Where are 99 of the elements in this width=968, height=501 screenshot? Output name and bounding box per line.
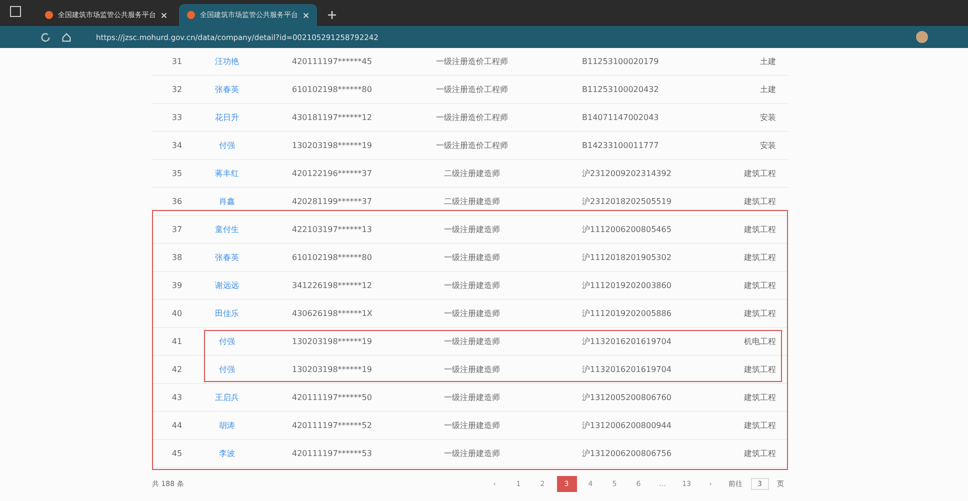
new-tab-icon[interactable] bbox=[327, 10, 337, 20]
id-number: 420281199******37 bbox=[291, 197, 373, 206]
profession: 建筑工程 bbox=[743, 196, 777, 207]
person-name-link[interactable]: 付强 bbox=[219, 365, 235, 374]
person-name-link[interactable]: 张春英 bbox=[215, 253, 239, 262]
profession: 机电工程 bbox=[743, 336, 777, 347]
row-index: 33 bbox=[170, 113, 184, 122]
row-index: 35 bbox=[170, 169, 184, 178]
certificate-type: 一级注册建造师 bbox=[443, 448, 501, 459]
window-icon bbox=[10, 6, 21, 17]
row-index: 39 bbox=[170, 281, 184, 290]
id-number: 430181197******12 bbox=[291, 113, 373, 122]
certificate-type: 一级注册建造师 bbox=[443, 224, 501, 235]
row-index: 32 bbox=[170, 85, 184, 94]
profession: 土建 bbox=[759, 56, 777, 67]
registration-number: 沪1112019202005886 bbox=[581, 308, 672, 319]
site-icon bbox=[187, 11, 195, 19]
id-number: 610102198******80 bbox=[291, 85, 373, 94]
registration-number: B11253100020432 bbox=[581, 85, 660, 94]
id-number: 420111197******53 bbox=[291, 449, 373, 458]
certificate-type: 一级注册建造师 bbox=[443, 392, 501, 403]
certificate-type: 一级注册造价工程师 bbox=[435, 140, 509, 151]
profession: 建筑工程 bbox=[743, 420, 777, 431]
id-number: 430626198******1X bbox=[291, 309, 374, 318]
row-index: 38 bbox=[170, 253, 184, 262]
person-name-link[interactable]: 王启兵 bbox=[215, 393, 239, 402]
person-name-link[interactable]: 张春英 bbox=[215, 85, 239, 94]
profession: 建筑工程 bbox=[743, 448, 777, 459]
registration-number: B11253100020179 bbox=[581, 57, 660, 66]
registration-number: B14071147002043 bbox=[581, 113, 660, 122]
close-icon[interactable] bbox=[161, 12, 167, 18]
person-name-link[interactable]: 谢远远 bbox=[215, 281, 239, 290]
person-name-link[interactable]: 汪功艳 bbox=[215, 57, 239, 66]
id-number: 422103197******13 bbox=[291, 225, 373, 234]
profession: 建筑工程 bbox=[743, 364, 777, 375]
id-number: 420111197******52 bbox=[291, 421, 373, 430]
id-number: 130203198******19 bbox=[291, 141, 373, 150]
certificate-type: 一级注册造价工程师 bbox=[435, 84, 509, 95]
profession: 安装 bbox=[759, 140, 777, 151]
registration-number: 沪1132016201619704 bbox=[581, 336, 672, 347]
certificate-type: 一级注册建造师 bbox=[443, 308, 501, 319]
profession: 建筑工程 bbox=[743, 280, 777, 291]
registration-number: B14233100011777 bbox=[581, 141, 660, 150]
registration-number: 沪2312009202314392 bbox=[581, 168, 672, 179]
certificate-type: 一级注册建造师 bbox=[443, 364, 501, 375]
person-name-link[interactable]: 童付生 bbox=[215, 225, 239, 234]
person-name-link[interactable]: 花日升 bbox=[215, 113, 239, 122]
profession: 建筑工程 bbox=[743, 392, 777, 403]
registration-number: 沪1132016201619704 bbox=[581, 364, 672, 375]
registration-number: 沪1312006200806756 bbox=[581, 448, 672, 459]
person-name-link[interactable]: 胡涛 bbox=[219, 421, 235, 430]
certificate-type: 一级注册建造师 bbox=[443, 420, 501, 431]
certificate-type: 二级注册建造师 bbox=[443, 196, 501, 207]
id-number: 130203198******19 bbox=[291, 337, 373, 346]
row-index: 36 bbox=[170, 197, 184, 206]
profile-avatar[interactable] bbox=[916, 31, 928, 43]
certificate-type: 一级注册建造师 bbox=[443, 252, 501, 263]
profession: 土建 bbox=[759, 84, 777, 95]
profession: 建筑工程 bbox=[743, 224, 777, 235]
row-index: 40 bbox=[170, 309, 184, 318]
person-name-link[interactable]: 田佳乐 bbox=[215, 309, 239, 318]
id-number: 420111197******50 bbox=[291, 393, 373, 402]
person-name-link[interactable]: 肖鑫 bbox=[219, 197, 235, 206]
row-index: 42 bbox=[170, 365, 184, 374]
profession: 建筑工程 bbox=[743, 308, 777, 319]
certificate-type: 一级注册造价工程师 bbox=[435, 112, 509, 123]
profession: 安装 bbox=[759, 112, 777, 123]
site-icon bbox=[45, 11, 53, 19]
row-index: 44 bbox=[170, 421, 184, 430]
person-name-link[interactable]: 付强 bbox=[219, 337, 235, 346]
person-name-link[interactable]: 付强 bbox=[219, 141, 235, 150]
person-name-link[interactable]: 蒋丰红 bbox=[215, 169, 239, 178]
row-index: 37 bbox=[170, 225, 184, 234]
registration-number: 沪1112019202003860 bbox=[581, 280, 672, 291]
row-index: 43 bbox=[170, 393, 184, 402]
row-index: 45 bbox=[170, 449, 184, 458]
certificate-type: 一级注册造价工程师 bbox=[435, 56, 509, 67]
certificate-type: 二级注册建造师 bbox=[443, 168, 501, 179]
home-icon[interactable] bbox=[61, 32, 72, 42]
id-number: 420122196******37 bbox=[291, 169, 373, 178]
registration-number: 沪2312018202505519 bbox=[581, 196, 672, 207]
registration-number: 沪1112018201905302 bbox=[581, 252, 672, 263]
id-number: 610102198******80 bbox=[291, 253, 373, 262]
reload-icon[interactable] bbox=[40, 32, 51, 42]
row-index: 34 bbox=[170, 141, 184, 150]
id-number: 341226198******12 bbox=[291, 281, 373, 290]
certificate-type: 一级注册建造师 bbox=[443, 336, 501, 347]
registration-number: 沪1312005200806760 bbox=[581, 392, 672, 403]
certificate-type: 一级注册建造师 bbox=[443, 280, 501, 291]
person-name-link[interactable]: 李波 bbox=[219, 449, 235, 458]
row-index: 31 bbox=[170, 57, 184, 66]
registration-number: 沪1312006200800944 bbox=[581, 420, 672, 431]
id-number: 130203198******19 bbox=[291, 365, 373, 374]
profession: 建筑工程 bbox=[743, 252, 777, 263]
profession: 建筑工程 bbox=[743, 168, 777, 179]
id-number: 420111197******45 bbox=[291, 57, 373, 66]
registration-number: 沪1112006200805465 bbox=[581, 224, 672, 235]
close-icon[interactable] bbox=[303, 12, 309, 18]
row-index: 41 bbox=[170, 337, 184, 346]
